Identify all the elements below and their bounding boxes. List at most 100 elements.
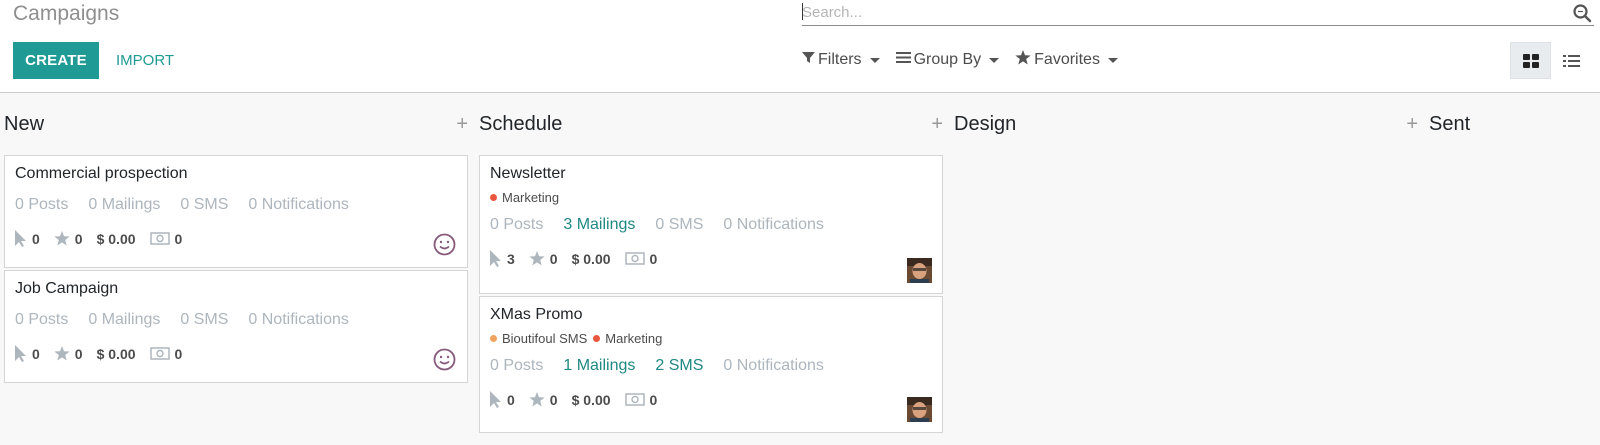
avatar[interactable] (907, 258, 932, 283)
list-icon (1563, 54, 1580, 67)
kanban-icon (1522, 53, 1539, 68)
mailings-link[interactable]: 1 Mailings (563, 357, 635, 375)
column-title: Schedule (479, 112, 563, 135)
kanban-column-design: Design + (954, 93, 1418, 445)
avatar[interactable] (907, 397, 932, 422)
tag-label: Bioutifoul SMS (502, 331, 588, 346)
clicks-metric: 0 (490, 391, 515, 408)
kanban-board: New + Commercial prospection 0 Posts 0 M… (0, 93, 1600, 445)
search-bar[interactable] (802, 0, 1594, 26)
mailings-count: 0 Mailings (88, 196, 161, 213)
money-icon (149, 232, 170, 245)
clicks-metric: 0 (15, 345, 40, 362)
kanban-column-new: New + Commercial prospection 0 Posts 0 M… (4, 93, 468, 445)
money-icon (624, 393, 645, 406)
column-title: Sent (1429, 112, 1471, 135)
cost-metric: 0 (624, 391, 658, 408)
kanban-card[interactable]: Job Campaign 0 Posts 0 Mailings 0 SMS 0 … (4, 270, 468, 383)
search-icon[interactable] (1572, 3, 1592, 23)
clicks-metric: 3 (490, 250, 515, 267)
tag-label: Marketing (605, 331, 663, 346)
add-card-icon[interactable]: + (456, 113, 468, 136)
notifications-count: 0 Notifications (248, 196, 349, 213)
cost-value: 0 (174, 230, 183, 247)
column-header: Sent (1429, 93, 1599, 155)
mailings-link[interactable]: 3 Mailings (563, 216, 635, 234)
filter-icon (802, 51, 815, 69)
sms-count: 0 SMS (180, 311, 229, 328)
favorites-metric: 0 (54, 346, 83, 362)
clicks-value: 0 (32, 230, 40, 247)
kanban-card[interactable]: Newsletter Marketing 0 Posts 3 Mailings … (479, 155, 943, 294)
add-card-icon[interactable]: + (931, 113, 943, 136)
column-title: New (4, 112, 45, 135)
notifications-count: 0 Notifications (248, 311, 349, 328)
clicks-metric: 0 (15, 230, 40, 247)
card-title: Job Campaign (15, 280, 119, 297)
card-stats: 0 Posts 0 Mailings 0 SMS 0 Notifications (15, 196, 457, 214)
filters-label: Filters (818, 51, 862, 68)
star-icon (54, 231, 70, 246)
star-icon (529, 392, 545, 407)
revenue-metric: $ 0.00 (96, 345, 136, 362)
kanban-column-sent: Sent (1429, 93, 1599, 445)
search-input[interactable] (802, 0, 1562, 24)
bars-icon (895, 51, 911, 69)
favorites-value: 0 (549, 250, 558, 267)
sms-link[interactable]: 2 SMS (655, 357, 703, 375)
cost-metric: 0 (149, 230, 183, 247)
tag-dot (490, 194, 497, 201)
card-title: Commercial prospection (15, 165, 188, 182)
card-stats: 0 Posts 0 Mailings 0 SMS 0 Notifications (15, 311, 457, 329)
revenue-metric: $ 0.00 (571, 250, 611, 267)
smiley-icon[interactable] (433, 233, 456, 256)
mailings-count: 0 Mailings (88, 311, 161, 328)
card-tags: Marketing (490, 190, 932, 205)
card-tags: Bioutifoul SMS Marketing (490, 331, 932, 346)
tag-marketing: Marketing (490, 190, 559, 205)
cost-value: 0 (649, 250, 658, 267)
cursor-icon (490, 391, 502, 408)
filters-dropdown[interactable]: Filters (802, 50, 880, 70)
chevron-down-icon (869, 57, 880, 63)
import-button[interactable]: IMPORT (106, 42, 184, 79)
list-view-button[interactable] (1551, 42, 1592, 79)
favorites-value: 0 (74, 230, 83, 247)
cost-value: 0 (174, 345, 183, 362)
add-card-icon[interactable]: + (1406, 113, 1418, 136)
cost-metric: 0 (624, 250, 658, 267)
posts-count: 0 Posts (490, 357, 544, 374)
tag-dot (490, 335, 497, 342)
notifications-count: 0 Notifications (723, 357, 824, 374)
favorites-metric: 0 (529, 392, 558, 408)
favorites-dropdown[interactable]: Favorites (1015, 50, 1118, 70)
clicks-value: 0 (507, 391, 515, 408)
group-by-label: Group By (913, 51, 982, 68)
kanban-column-schedule: Schedule + Newsletter Marketing 0 Posts … (479, 93, 943, 445)
column-header: Schedule + (479, 93, 943, 155)
cursor-icon (490, 250, 502, 267)
smiley-icon[interactable] (433, 348, 456, 371)
sms-count: 0 SMS (655, 216, 704, 233)
tag-bioutifoul-sms: Bioutifoul SMS (490, 331, 587, 346)
kanban-card[interactable]: Commercial prospection 0 Posts 0 Mailing… (4, 155, 468, 268)
cost-value: 0 (649, 391, 658, 408)
card-title: XMas Promo (490, 306, 583, 323)
create-button[interactable]: CREATE (13, 42, 99, 79)
column-title: Design (954, 112, 1017, 135)
group-by-dropdown[interactable]: Group By (895, 50, 1000, 70)
favorites-metric: 0 (529, 251, 558, 267)
chevron-down-icon (1107, 57, 1118, 63)
kanban-card[interactable]: XMas Promo Bioutifoul SMS Marketing 0 Po… (479, 296, 943, 433)
kanban-view-button[interactable] (1510, 42, 1551, 79)
column-header: New + (4, 93, 468, 155)
favorites-label: Favorites (1034, 51, 1100, 68)
star-icon (529, 251, 545, 266)
tag-label: Marketing (502, 190, 560, 205)
favorites-value: 0 (549, 391, 558, 408)
page-title: Campaigns (13, 2, 120, 25)
card-metrics: 0 0 $ 0.00 0 (15, 230, 457, 247)
control-panel: Campaigns CREATE IMPORT Filters Group By (0, 0, 1600, 93)
favorites-metric: 0 (54, 231, 83, 247)
money-icon (149, 347, 170, 360)
